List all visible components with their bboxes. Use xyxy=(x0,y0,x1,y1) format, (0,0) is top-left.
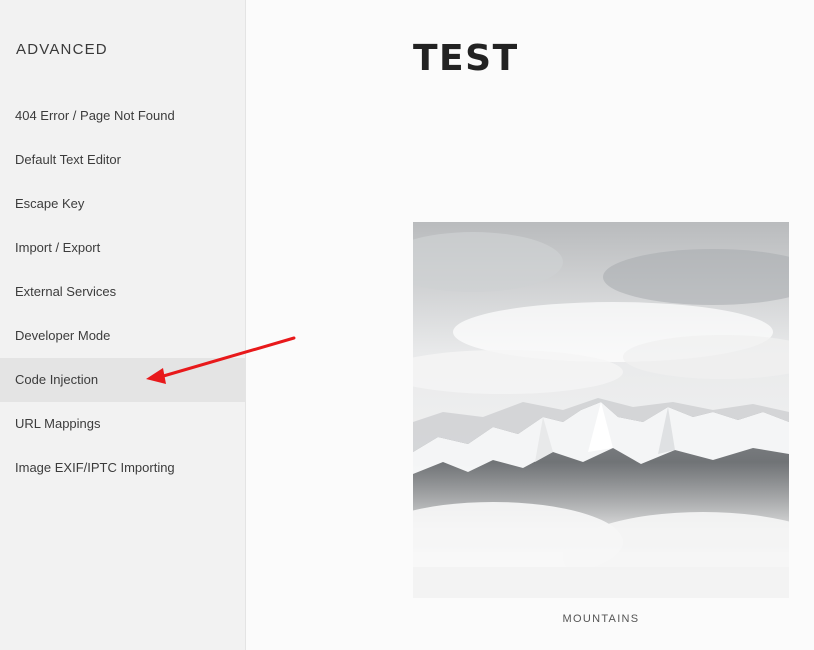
sidebar: ADVANCED 404 Error / Page Not Found Defa… xyxy=(0,0,246,650)
sidebar-item-image-exif-iptc[interactable]: Image EXIF/IPTC Importing xyxy=(0,446,245,490)
mountains-image[interactable] xyxy=(413,222,789,598)
sidebar-item-escape-key[interactable]: Escape Key xyxy=(0,182,245,226)
sidebar-item-developer-mode[interactable]: Developer Mode xyxy=(0,314,245,358)
sidebar-item-code-injection[interactable]: Code Injection xyxy=(0,358,245,402)
image-caption: MOUNTAINS xyxy=(562,613,640,625)
sidebar-item-404-error[interactable]: 404 Error / Page Not Found xyxy=(0,94,245,138)
sidebar-item-default-text-editor[interactable]: Default Text Editor xyxy=(0,138,245,182)
sidebar-item-external-services[interactable]: External Services xyxy=(0,270,245,314)
page-title: TEST xyxy=(413,38,519,79)
sidebar-item-url-mappings[interactable]: URL Mappings xyxy=(0,402,245,446)
sidebar-item-import-export[interactable]: Import / Export xyxy=(0,226,245,270)
settings-app: ADVANCED 404 Error / Page Not Found Defa… xyxy=(0,0,814,650)
sidebar-title: ADVANCED xyxy=(16,41,108,58)
site-preview: TEST MOUNTAINS xyxy=(246,0,814,650)
mountains-photo xyxy=(413,222,789,598)
sidebar-menu: 404 Error / Page Not Found Default Text … xyxy=(0,94,245,490)
